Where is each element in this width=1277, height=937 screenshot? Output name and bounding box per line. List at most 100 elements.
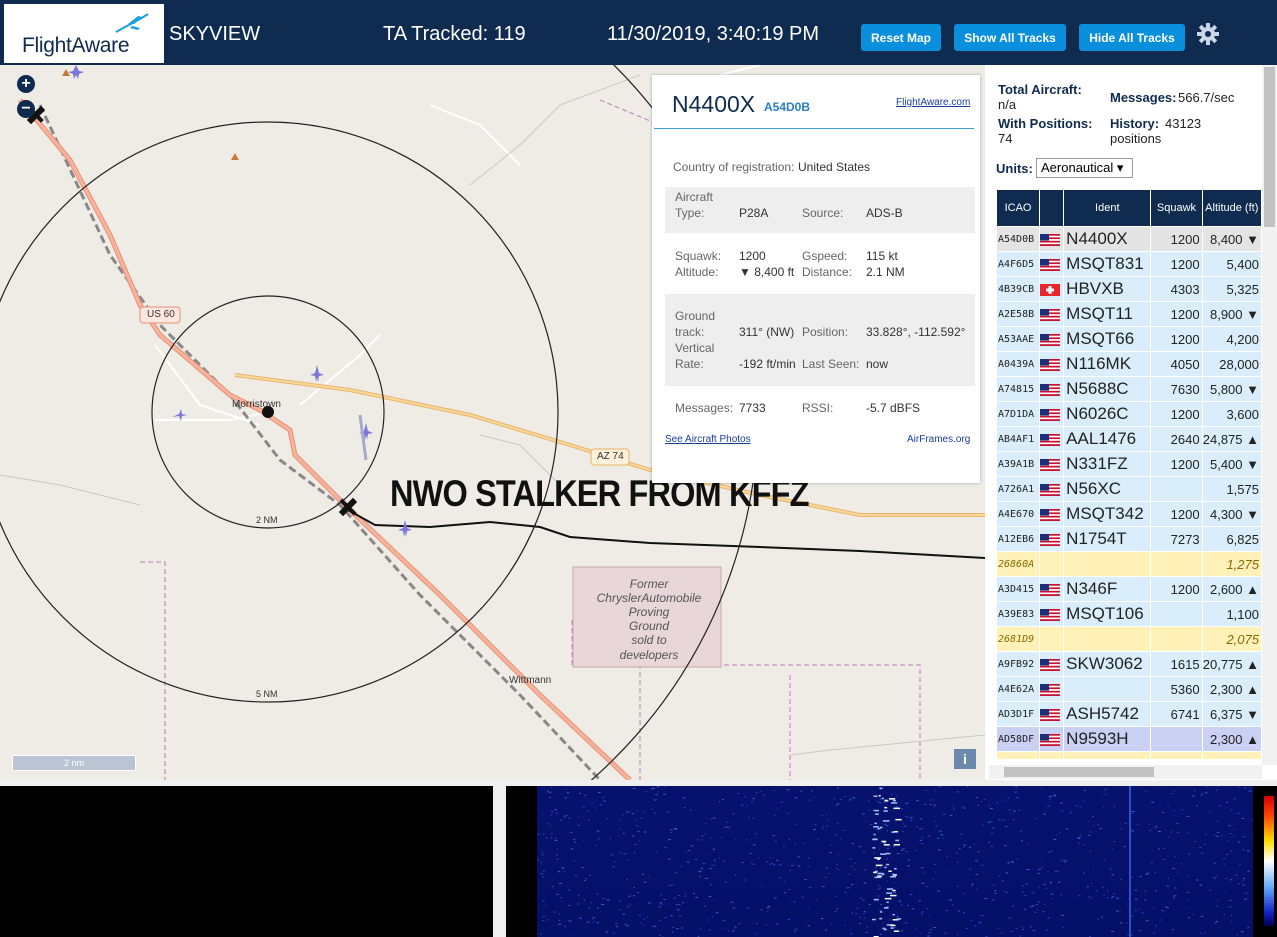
- waterfall-speck: [920, 818, 923, 820]
- table-row[interactable]: A74815 N5688C 7630 5,800 ▼: [997, 377, 1261, 401]
- flightaware-logo[interactable]: FlightAware: [4, 4, 164, 63]
- waterfall-speck: [1154, 826, 1158, 828]
- table-row[interactable]: A12EB6 N1754T 7273 6,825: [997, 527, 1261, 551]
- waterfall-speck: [1238, 883, 1240, 885]
- waterfall-speck: [653, 799, 657, 801]
- us-flag-icon: [1040, 359, 1061, 372]
- waterfall-speck: [1171, 793, 1174, 795]
- aircraft-table-container[interactable]: ICAO Ident Squawk Altitude (ft) A54D0B N4…: [996, 189, 1262, 759]
- table-row[interactable]: 2681D9 2,075: [997, 627, 1261, 651]
- messages-value: 7733: [739, 401, 766, 415]
- waterfall-speck: [751, 862, 753, 864]
- waterfall-speck: [693, 892, 695, 894]
- gear-icon[interactable]: [1196, 22, 1220, 46]
- table-row[interactable]: A4F6D5 MSQT831 1200 5,400: [997, 252, 1261, 276]
- column-icao[interactable]: ICAO: [997, 190, 1040, 226]
- hide-all-tracks-button[interactable]: Hide All Tracks: [1079, 24, 1185, 51]
- table-row[interactable]: A39A1B N331FZ 1200 5,400 ▼: [997, 452, 1261, 476]
- waterfall-speck: [1024, 908, 1027, 910]
- waterfall-speck: [1186, 832, 1189, 834]
- vertical-scrollbar[interactable]: [1262, 65, 1277, 765]
- selected-icao: A54D0B: [764, 100, 811, 114]
- table-row[interactable]: A0439A N116MK 4050 28,000: [997, 352, 1261, 376]
- row-squawk: [1151, 752, 1202, 759]
- table-row[interactable]: A39E83 MSQT106 1,100: [997, 602, 1261, 626]
- waterfall-speck: [1173, 895, 1177, 897]
- waterfall-speck: [1051, 850, 1054, 852]
- table-row[interactable]: A54D0B N4400X 1200 8,400 ▼: [997, 227, 1261, 251]
- table-row[interactable]: A53AAE MSQT66 1200 4,200: [997, 327, 1261, 351]
- waterfall-speck: [840, 838, 842, 840]
- waterfall-speck: [556, 848, 558, 850]
- waterfall-speck: [1097, 918, 1099, 920]
- signal-burst: [886, 863, 890, 866]
- waterfall-speck: [779, 864, 782, 866]
- waterfall-speck: [1223, 913, 1225, 915]
- waterfall-speck: [878, 887, 882, 889]
- waterfall-speck: [637, 830, 640, 832]
- table-row[interactable]: AB4AF1 AAL1476 2640 24,875 ▲: [997, 427, 1261, 451]
- airframes-link[interactable]: AirFrames.org: [907, 434, 970, 445]
- signal-burst: [883, 844, 890, 846]
- zoom-in-button[interactable]: +: [17, 75, 35, 93]
- column-squawk[interactable]: Squawk: [1151, 190, 1202, 226]
- waterfall-speck: [1217, 786, 1219, 788]
- waterfall-speck: [549, 797, 551, 798]
- waterfall-speck: [539, 933, 542, 935]
- waterfall-speck: [683, 807, 686, 809]
- column-altitude[interactable]: Altitude (ft): [1202, 190, 1261, 226]
- waterfall-speck: [543, 833, 545, 835]
- waterfall-speck: [865, 932, 868, 933]
- table-row[interactable]: 268FA1 1,775 ▼: [997, 752, 1261, 759]
- table-row[interactable]: 4B39CB HBVXB 4303 5,325: [997, 277, 1261, 301]
- waterfall-speck: [562, 867, 564, 869]
- units-select[interactable]: Aeronautical ▾: [1036, 158, 1133, 178]
- column-ident[interactable]: Ident: [1064, 190, 1151, 226]
- waterfall-speck: [1106, 793, 1107, 795]
- waterfall-speck: [549, 814, 552, 816]
- table-row[interactable]: A2E58B MSQT11 1200 8,900 ▼: [997, 302, 1261, 326]
- scrollbar-thumb[interactable]: [1004, 767, 1154, 777]
- table-row[interactable]: A9FB92 SKW3062 1615 20,775 ▲: [997, 652, 1261, 676]
- zoom-out-button[interactable]: −: [17, 100, 35, 118]
- us-flag-icon: [1040, 534, 1061, 547]
- table-row[interactable]: 26860A 1,275: [997, 552, 1261, 576]
- horizontal-scrollbar[interactable]: [989, 765, 1262, 779]
- scrollbar-thumb[interactable]: [1264, 67, 1275, 227]
- waterfall-speck: [636, 810, 638, 812]
- waterfall-speck: [1016, 797, 1019, 799]
- waterfall-speck: [1035, 904, 1039, 906]
- table-row[interactable]: AD3D1F ASH5742 6741 6,375 ▼: [997, 702, 1261, 726]
- waterfall-speck: [1088, 895, 1090, 897]
- table-row[interactable]: AD58DF N9593H 2,300 ▲: [997, 727, 1261, 751]
- waterfall-speck: [1058, 881, 1061, 883]
- us-flag-icon: [1040, 309, 1061, 322]
- waterfall-speck: [849, 799, 852, 801]
- column-flag[interactable]: [1040, 190, 1064, 226]
- table-row[interactable]: A7D1DA N6026C 1200 3,600: [997, 402, 1261, 426]
- info-icon[interactable]: i: [954, 749, 976, 769]
- waterfall-speck: [694, 859, 698, 861]
- row-altitude: 2,300 ▲: [1202, 677, 1261, 701]
- table-row[interactable]: A4E62A 5360 2,300 ▲: [997, 677, 1261, 701]
- reset-map-button[interactable]: Reset Map: [861, 24, 941, 51]
- waterfall-speck: [1216, 820, 1219, 822]
- tracked-count: TA Tracked: 119: [383, 23, 526, 45]
- waterfall-speck: [611, 866, 615, 868]
- waterfall-speck: [709, 868, 712, 870]
- table-row[interactable]: A3D415 N346F 1200 2,600 ▲: [997, 577, 1261, 601]
- waterfall-speck: [1199, 846, 1202, 848]
- waterfall-speck: [1111, 874, 1115, 876]
- table-row[interactable]: A4E670 MSQT342 1200 4,300 ▼: [997, 502, 1261, 526]
- waterfall-speck: [874, 866, 877, 868]
- proving-ground-label: developers: [619, 648, 679, 662]
- signal-burst: [873, 795, 878, 797]
- us-flag-icon: [1040, 409, 1061, 422]
- waterfall-speck: [700, 839, 703, 841]
- flightaware-link[interactable]: FlightAware.com: [896, 97, 970, 108]
- aircraft-photos-link[interactable]: See Aircraft Photos: [665, 434, 751, 445]
- table-row[interactable]: A726A1 N56XC 1,575: [997, 477, 1261, 501]
- waterfall-speck: [779, 877, 782, 879]
- show-all-tracks-button[interactable]: Show All Tracks: [954, 24, 1066, 51]
- row-ident: N331FZ: [1064, 452, 1151, 476]
